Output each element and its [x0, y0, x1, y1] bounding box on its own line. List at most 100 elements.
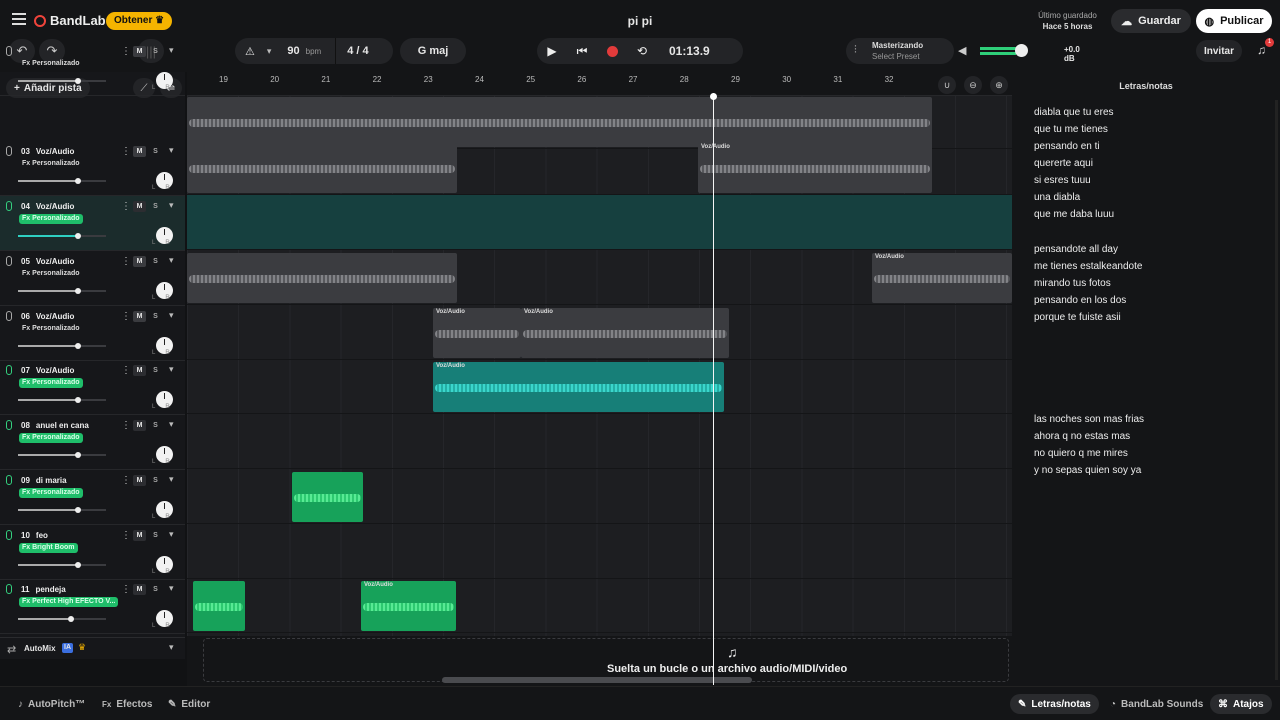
track-lane[interactable]: [187, 195, 1012, 250]
track-lane[interactable]: Voz/Audio: [187, 359, 1012, 414]
play-button[interactable]: ▶: [537, 38, 567, 64]
track-fx-badge[interactable]: Fx Personalizado: [19, 488, 83, 498]
volume-handle[interactable]: [74, 397, 81, 403]
more-options-icon[interactable]: ⋮: [121, 146, 131, 157]
chevron-down-icon[interactable]: ▾: [169, 364, 174, 375]
solo-button[interactable]: S: [149, 256, 162, 267]
lyric-line[interactable]: mirando tus fotos: [1034, 278, 1111, 289]
track-volume-slider[interactable]: [18, 178, 106, 184]
mute-button[interactable]: M: [133, 201, 146, 212]
track-header[interactable]: Fx Personalizado ⋮ M S ▾ LR: [0, 41, 185, 96]
track-volume-slider[interactable]: [18, 233, 106, 239]
solo-button[interactable]: S: [149, 475, 162, 486]
autopitch-button[interactable]: ♪ AutoPitch™: [10, 694, 93, 714]
solo-button[interactable]: S: [149, 146, 162, 157]
mute-button[interactable]: M: [133, 530, 146, 541]
lyric-line[interactable]: pensando en ti: [1034, 141, 1100, 152]
lyric-line[interactable]: ahora q no estas mas: [1034, 431, 1130, 442]
audio-clip[interactable]: [187, 253, 457, 303]
volume-handle[interactable]: [74, 452, 81, 458]
track-fx-badge[interactable]: Fx Personalizado: [19, 269, 83, 279]
solo-button[interactable]: S: [149, 584, 162, 595]
track-lane[interactable]: [187, 469, 1012, 524]
bpm-value[interactable]: 90: [287, 45, 299, 57]
chevron-down-icon[interactable]: ▾: [169, 583, 174, 594]
chevron-down-icon[interactable]: ▾: [169, 419, 174, 430]
volume-knob[interactable]: [1015, 44, 1028, 57]
more-options-icon[interactable]: ⋮: [121, 420, 131, 431]
audio-clip[interactable]: [187, 143, 457, 193]
track-name[interactable]: 10 feo: [21, 531, 48, 540]
track-name[interactable]: 03 Voz/Audio: [21, 147, 74, 156]
audio-clip[interactable]: Voz/Audio: [361, 581, 456, 631]
volume-handle[interactable]: [74, 507, 81, 513]
chevron-down-icon[interactable]: ▾: [169, 642, 174, 653]
volume-handle[interactable]: [74, 343, 81, 349]
track-header[interactable]: 10 feo Fx Bright Boom ⋮ M S ▾ LR: [0, 525, 185, 580]
track-fx-badge[interactable]: Fx Personalizado: [19, 159, 83, 169]
volume-handle[interactable]: [74, 562, 81, 568]
chevron-down-icon[interactable]: ▾: [169, 45, 174, 56]
lyric-line[interactable]: pensando en los dos: [1034, 295, 1126, 306]
playhead[interactable]: [710, 93, 717, 685]
notifications-button[interactable]: ♫ 1: [1252, 38, 1274, 62]
timeline-ruler[interactable]: 19 20 21 22 23 24 25 26 27 28 29 30 31 32 ∪ ⊖ ⊕: [187, 72, 1012, 96]
track-grid[interactable]: Voz/Audio Voz/Audio Voz/Audio Voz/Audio Voz/…: [187, 96, 1012, 636]
mastering-button[interactable]: ⫶ Masterizando Select Preset: [846, 38, 954, 64]
invite-button[interactable]: Invitar: [1196, 40, 1242, 62]
solo-button[interactable]: S: [149, 311, 162, 322]
mute-button[interactable]: M: [133, 311, 146, 322]
track-name[interactable]: 11 pendeja: [21, 585, 66, 594]
time-signature[interactable]: 4 / 4: [347, 45, 368, 57]
track-name[interactable]: 07 Voz/Audio: [21, 366, 74, 375]
track-fx-badge[interactable]: Fx Personalizado: [19, 433, 83, 443]
track-header[interactable]: 05 Voz/Audio Fx Personalizado ⋮ M S ▾ LR: [0, 251, 185, 306]
track-fx-badge[interactable]: Fx Personalizado: [19, 59, 83, 69]
audio-clip[interactable]: Voz/Audio: [433, 362, 724, 412]
track-name[interactable]: 09 di maria: [21, 476, 67, 485]
mute-button[interactable]: M: [133, 146, 146, 157]
horizontal-scrollbar[interactable]: [442, 677, 752, 683]
lyric-line[interactable]: las noches son mas frias: [1034, 414, 1144, 425]
mute-button[interactable]: M: [133, 256, 146, 267]
solo-button[interactable]: S: [149, 530, 162, 541]
automix-bar[interactable]: ⇄ AutoMix IA ♛ ▾: [0, 637, 185, 659]
chevron-down-icon[interactable]: ▾: [169, 474, 174, 485]
track-header[interactable]: 07 Voz/Audio Fx Personalizado ⋮ M S ▾ LR: [0, 360, 185, 415]
lyric-line[interactable]: si esres tuuu: [1034, 175, 1091, 186]
mute-button[interactable]: M: [133, 365, 146, 376]
track-name[interactable]: 05 Voz/Audio: [21, 257, 74, 266]
track-lane[interactable]: Voz/Audio: [187, 250, 1012, 305]
mute-button[interactable]: M: [133, 420, 146, 431]
metronome-icon[interactable]: ⚠: [245, 45, 255, 58]
lyric-line[interactable]: una diabla: [1034, 192, 1080, 203]
track-volume-slider[interactable]: [18, 288, 106, 294]
track-lane[interactable]: Voz/Audio: [187, 578, 1012, 633]
volume-handle[interactable]: [74, 78, 81, 84]
more-options-icon[interactable]: ⋮: [121, 46, 131, 57]
solo-button[interactable]: S: [149, 46, 162, 57]
track-name[interactable]: 06 Voz/Audio: [21, 312, 74, 321]
shortcuts-button[interactable]: ⌘ Atajos: [1210, 694, 1272, 714]
track-fx-badge[interactable]: Fx Perfect High EFECTO V...: [19, 597, 119, 607]
audio-clip[interactable]: Voz/Audio: [433, 308, 521, 358]
track-lane[interactable]: Voz/Audio Voz/Audio: [187, 305, 1012, 360]
lyric-line[interactable]: no quiero q me mires: [1034, 448, 1128, 459]
save-button[interactable]: ☁ Guardar: [1111, 9, 1191, 33]
brand-logo[interactable]: BandLab: [34, 13, 106, 28]
track-volume-slider[interactable]: [18, 343, 106, 349]
lyric-line[interactable]: y no sepas quien soy ya: [1034, 465, 1141, 476]
track-fx-badge[interactable]: Fx Personalizado: [19, 378, 83, 388]
chevron-down-icon[interactable]: ▾: [169, 310, 174, 321]
track-name[interactable]: 04 Voz/Audio: [21, 202, 74, 211]
volume-handle[interactable]: [67, 616, 74, 622]
track-name[interactable]: 08 anuel en cana: [21, 421, 89, 430]
track-header[interactable]: 09 di maria Fx Personalizado ⋮ M S ▾ LR: [0, 470, 185, 525]
project-title[interactable]: pi pi: [560, 14, 720, 28]
chevron-down-icon[interactable]: ▾: [169, 529, 174, 540]
track-volume-slider[interactable]: [18, 562, 106, 568]
track-lane[interactable]: Voz/Audio: [187, 140, 1012, 195]
solo-button[interactable]: S: [149, 420, 162, 431]
menu-icon[interactable]: [12, 13, 26, 25]
go-to-start-button[interactable]: ⏮: [567, 38, 597, 64]
